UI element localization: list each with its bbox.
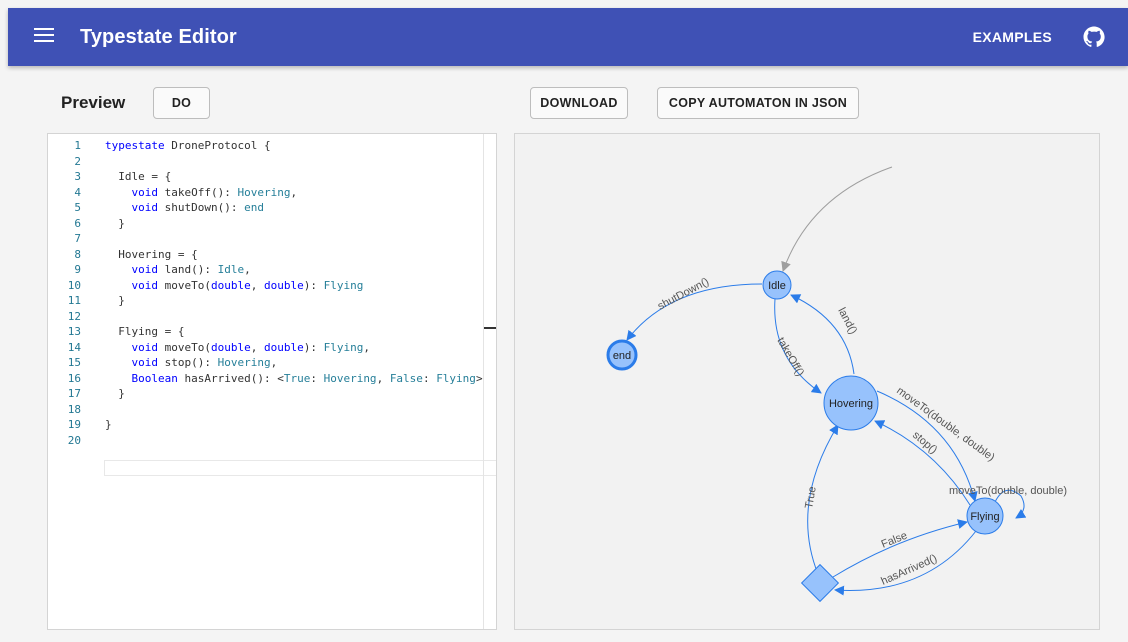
editor-line[interactable]: 11 } xyxy=(48,293,496,308)
line-number: 16 xyxy=(67,371,81,385)
line-number: 17 xyxy=(67,387,81,400)
node-label-idle: Idle xyxy=(768,280,786,292)
node-label-end: end xyxy=(613,350,631,362)
line-number: 14 xyxy=(67,340,81,354)
line-code: void shutDown(): end xyxy=(131,201,264,214)
line-code: } xyxy=(105,387,125,400)
github-icon[interactable] xyxy=(1082,25,1106,49)
node-label-flying: Flying xyxy=(970,511,999,523)
editor-line[interactable]: 5 void shutDown(): end xyxy=(48,200,496,215)
line-code: Hovering = { xyxy=(105,247,198,261)
editor-line[interactable]: 1 typestate DroneProtocol { xyxy=(48,138,496,153)
edge-label-land: land() xyxy=(835,306,859,336)
line-number: 13 xyxy=(67,325,81,338)
line-code: } xyxy=(105,418,112,431)
editor-line[interactable]: 12 xyxy=(48,309,496,324)
line-number: 1 xyxy=(74,139,81,152)
line-number: 5 xyxy=(74,201,81,214)
code-editor[interactable]: 1 typestate DroneProtocol {2 3 Idle = {4 v… xyxy=(47,133,497,630)
edge-label-true: True xyxy=(803,486,819,510)
current-line-highlight xyxy=(104,460,496,476)
line-code: void moveTo(double, double): Flying, xyxy=(131,340,370,354)
editor-line[interactable]: 16 Boolean hasArrived(): <True: Hovering… xyxy=(48,371,496,386)
line-number: 4 xyxy=(74,185,81,199)
editor-line[interactable]: 13 Flying = { xyxy=(48,324,496,339)
line-code: void stop(): Hovering, xyxy=(131,356,278,369)
editor-line[interactable]: 14 void moveTo(double, double): Flying, xyxy=(48,340,496,355)
app-title: Typestate Editor xyxy=(80,26,237,48)
line-code: typestate DroneProtocol { xyxy=(105,139,271,152)
scrollbar-marker[interactable] xyxy=(484,327,496,329)
editor-line[interactable]: 19} xyxy=(48,417,496,432)
line-code: void takeOff(): Hovering, xyxy=(131,185,298,199)
app-bar: Typestate Editor EXAMPLES xyxy=(8,8,1128,66)
line-code: void land(): Idle, xyxy=(131,263,251,276)
menu-icon[interactable] xyxy=(34,28,54,46)
editor-line[interactable]: 4 void takeOff(): Hovering, xyxy=(48,185,496,200)
line-number: 10 xyxy=(67,278,81,292)
do-button[interactable]: DO xyxy=(153,87,210,119)
node-choice-diamond[interactable] xyxy=(800,563,840,603)
examples-button[interactable]: EXAMPLES xyxy=(973,29,1052,45)
node-idle[interactable]: Idle xyxy=(762,270,792,300)
edge-label-hasarrived: hasArrived() xyxy=(879,552,939,587)
initial-edge xyxy=(781,166,893,272)
editor-line[interactable]: 20 xyxy=(48,433,496,448)
edge-label-shutdown: shutDown() xyxy=(656,276,711,313)
line-number: 18 xyxy=(67,402,81,416)
line-number: 9 xyxy=(74,263,81,276)
line-number: 20 xyxy=(67,433,81,447)
line-number: 12 xyxy=(67,309,81,323)
editor-line[interactable]: 10 void moveTo(double, double): Flying xyxy=(48,278,496,293)
line-number: 3 xyxy=(74,170,81,183)
editor-line[interactable]: 2 xyxy=(48,154,496,169)
editor-line[interactable]: 17 } xyxy=(48,386,496,401)
edge-label-false: False xyxy=(880,530,909,551)
node-hovering[interactable]: Hovering xyxy=(823,375,879,431)
copy-automaton-button[interactable]: COPY AUTOMATON IN JSON xyxy=(657,87,859,119)
editor-line[interactable]: 8 Hovering = { xyxy=(48,247,496,262)
editor-line[interactable]: 6 } xyxy=(48,216,496,231)
edge-label-moveto-self: moveTo(double, double) xyxy=(949,485,1067,497)
line-code: Flying = { xyxy=(105,325,185,338)
editor-line[interactable]: 18 xyxy=(48,402,496,417)
line-number: 2 xyxy=(74,154,81,168)
editor-line[interactable]: 15 void stop(): Hovering, xyxy=(48,355,496,370)
line-code: } xyxy=(105,216,125,230)
node-flying[interactable]: Flying xyxy=(966,497,1004,535)
edge-label-takeoff: takeOff() xyxy=(774,336,806,379)
line-code: Idle = { xyxy=(105,170,172,183)
preview-heading: Preview xyxy=(61,93,126,112)
line-number: 7 xyxy=(74,232,81,245)
line-number: 11 xyxy=(67,294,81,307)
line-code: Boolean hasArrived(): <True: Hovering, F… xyxy=(131,371,483,385)
line-number: 19 xyxy=(67,418,81,431)
line-code: void moveTo(double, double): Flying xyxy=(131,278,364,292)
editor-line[interactable]: 7 xyxy=(48,231,496,246)
automaton-graph[interactable]: shutDown() takeOff() land() moveTo(doubl… xyxy=(514,133,1100,630)
line-number: 6 xyxy=(74,216,81,230)
line-number: 15 xyxy=(67,356,81,369)
line-code: } xyxy=(105,294,125,307)
editor-ruler xyxy=(483,134,484,629)
graph-canvas[interactable]: shutDown() takeOff() land() moveTo(doubl… xyxy=(515,134,1100,630)
line-number: 8 xyxy=(74,247,81,261)
download-button[interactable]: DOWNLOAD xyxy=(530,87,628,119)
node-end[interactable]: end xyxy=(606,339,638,371)
node-label-hovering: Hovering xyxy=(829,398,873,410)
edge-label-moveto-hover-flying: moveTo(double, double) xyxy=(894,385,997,464)
editor-line[interactable]: 3 Idle = { xyxy=(48,169,496,184)
editor-line[interactable]: 9 void land(): Idle, xyxy=(48,262,496,277)
